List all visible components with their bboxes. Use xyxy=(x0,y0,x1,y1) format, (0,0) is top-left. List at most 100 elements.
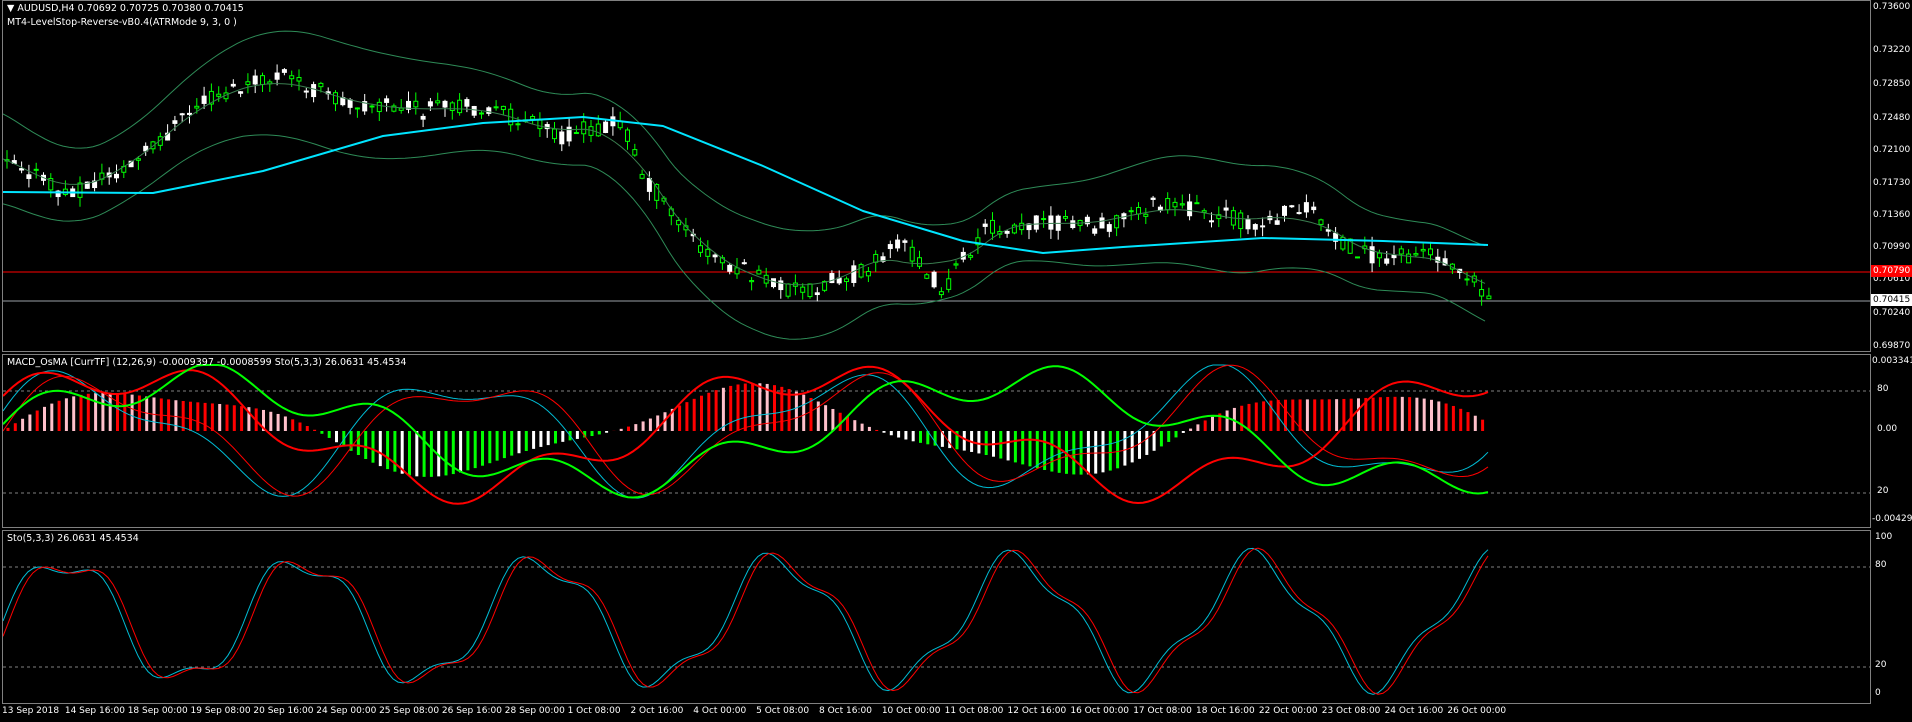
price-tick: 0.70240 xyxy=(1873,308,1911,318)
candle-body xyxy=(1486,295,1492,300)
candle-body xyxy=(530,115,536,120)
histogram-bar xyxy=(561,431,565,442)
histogram-bar xyxy=(305,426,309,431)
candle-body xyxy=(887,244,893,250)
histogram-bar xyxy=(1035,431,1039,469)
macd-tick: 20 xyxy=(1877,486,1889,496)
histogram-bar xyxy=(1393,396,1397,431)
candle-body xyxy=(311,84,317,98)
histogram-bar xyxy=(1437,401,1441,431)
histogram-bar xyxy=(167,399,171,431)
stoch-pane[interactable]: Sto(5,3,3) 26.0631 45.4534 xyxy=(2,530,1871,704)
histogram-bar xyxy=(875,429,879,431)
price-tick: 0.73220 xyxy=(1873,45,1911,55)
candle-body xyxy=(1318,219,1324,225)
histogram-bar xyxy=(1145,431,1149,455)
histogram-bar xyxy=(729,385,733,431)
histogram-bar xyxy=(524,431,528,451)
histogram-bar xyxy=(291,419,295,431)
macd-scale[interactable]: 0.003341 80 0.00 20 -0.004296 xyxy=(1871,354,1912,528)
candle-body xyxy=(1303,202,1309,213)
histogram-bar xyxy=(1371,397,1375,431)
histogram-bar xyxy=(43,406,46,431)
price-tick: 0.69870 xyxy=(1873,341,1911,351)
candle-body xyxy=(1398,248,1404,255)
histogram-bar xyxy=(546,431,550,446)
candle-body xyxy=(1376,252,1382,259)
histogram-bar xyxy=(1378,397,1382,431)
histogram-bar xyxy=(1211,416,1214,431)
histogram-bar xyxy=(283,416,287,431)
time-tick: 22 Oct 00:00 xyxy=(1258,706,1318,716)
price-pane[interactable]: ▼ AUDUSD,H4 0.70692 0.70725 0.70380 0.70… xyxy=(2,0,1871,352)
candle-body xyxy=(464,99,470,107)
histogram-bar xyxy=(50,403,54,431)
candle-body xyxy=(449,102,455,111)
price-scale[interactable]: 0.73600 0.73220 0.72850 0.72480 0.72100 0.717… xyxy=(1871,0,1912,352)
histogram-bar xyxy=(488,431,492,464)
stoch-signal-line xyxy=(3,547,1489,695)
candle-body xyxy=(559,131,565,145)
histogram-bar xyxy=(240,406,244,431)
candle-body xyxy=(1406,253,1412,264)
histogram-bar xyxy=(1481,419,1485,431)
histogram-bar xyxy=(1459,408,1463,431)
candle-body xyxy=(26,174,32,179)
histogram-bar xyxy=(597,431,601,435)
candle-body xyxy=(851,265,857,283)
candle-body xyxy=(1128,210,1134,213)
red-line-price-box: 0.70790 xyxy=(1871,265,1912,277)
histogram-bar xyxy=(174,400,178,431)
histogram-bar xyxy=(393,431,397,472)
candle-body xyxy=(296,77,302,82)
candle-body xyxy=(844,278,849,283)
candle-body xyxy=(778,280,784,291)
time-tick: 25 Sep 08:00 xyxy=(379,706,440,716)
histogram-bar xyxy=(1408,397,1412,431)
candle-body xyxy=(238,91,244,94)
candle-body xyxy=(1296,212,1302,215)
candle-body xyxy=(800,286,806,293)
collapse-icon[interactable]: ▼ xyxy=(7,3,17,14)
candle-body xyxy=(1260,225,1266,228)
upper-band xyxy=(3,30,1486,247)
histogram-bar xyxy=(21,418,25,431)
histogram-bar xyxy=(904,431,908,440)
histogram-bar xyxy=(575,431,579,439)
histogram-bar xyxy=(1108,431,1112,471)
candle-body xyxy=(1070,220,1076,229)
time-tick: 16 Oct 00:00 xyxy=(1070,706,1130,716)
histogram-bar xyxy=(707,392,711,431)
candle-body xyxy=(194,105,200,109)
candle-body xyxy=(369,105,375,108)
candle-body xyxy=(865,271,871,277)
histogram-bar xyxy=(714,390,718,431)
current-price-box: 0.70415 xyxy=(1871,294,1912,306)
histogram-bar xyxy=(1451,405,1455,431)
macd-pane[interactable]: MACD_OsMA [CurrTF] (12,26,9) -0.0009397 … xyxy=(2,354,1871,528)
histogram-bar xyxy=(64,398,68,431)
candle-body xyxy=(1311,206,1317,211)
candle-body xyxy=(384,98,390,103)
candle-body xyxy=(398,107,404,111)
time-axis[interactable]: 13 Sep 2018 14 Sep 16:00 18 Sep 00:00 19 Se… xyxy=(0,704,1871,722)
time-tick: 28 Sep 00:00 xyxy=(504,706,565,716)
candle-body xyxy=(1245,218,1251,230)
candle-body xyxy=(179,113,185,116)
histogram-bar xyxy=(108,392,112,431)
histogram-bar xyxy=(1101,431,1105,473)
indicator-title: MT4-LevelStop-Reverse-vB0.4(ATRMode 9, 3… xyxy=(7,17,237,28)
time-tick: 24 Sep 00:00 xyxy=(316,706,377,716)
candle-body xyxy=(581,121,587,135)
candle-body xyxy=(537,119,543,130)
histogram-bar xyxy=(794,391,798,431)
candle-body xyxy=(1048,215,1054,230)
candle-body xyxy=(33,168,39,171)
histogram-bar xyxy=(1466,412,1470,431)
histogram-bar xyxy=(532,431,536,449)
candle-body xyxy=(1274,220,1280,225)
stoch-scale[interactable]: 100 80 20 0 xyxy=(1871,530,1912,704)
histogram-bar xyxy=(627,426,630,431)
histogram-bar xyxy=(422,431,426,477)
candle-body xyxy=(172,120,178,124)
